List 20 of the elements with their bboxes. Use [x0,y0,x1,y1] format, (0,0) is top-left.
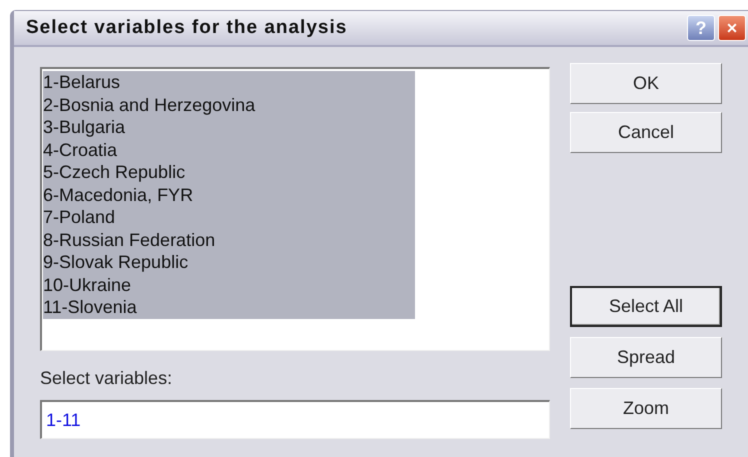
dialog-button[interactable]: Zoom [570,388,722,429]
list-item[interactable]: 8-Russian Federation [43,228,415,251]
list-item[interactable]: 2-Bosnia and Herzegovina [43,94,415,116]
list-item[interactable]: 4-Croatia [43,138,415,161]
list-item[interactable]: 1-Belarus [43,71,415,94]
list-item[interactable]: 9-Slovak Republic [43,251,415,274]
field-label: Select variables: [40,367,172,390]
list-item[interactable]: 10-Ukraine [43,274,415,296]
dialog-button[interactable]: Cancel [570,112,722,153]
dialog-button[interactable]: OK [570,63,722,104]
dialog-button[interactable]: Select All [570,286,722,327]
list-item[interactable]: 3-Bulgaria [43,116,415,138]
variables-list[interactable]: 1-Belarus 2-Bosnia and Herzegovina 3-Bulgaria 4-Croatia 5-Czech Republic 6-Macedonia, FYR 7-Poland 8-Russian Federation 9-Slovak Republic 10-Ukraine 11-Slovenia [40,67,550,351]
list-item[interactable]: 5-Czech Republic [43,161,415,184]
list-item[interactable]: 6-Macedonia, FYR [43,184,415,206]
list-item[interactable]: 7-Poland [43,206,415,228]
window-title: Select variables for the analysis [26,16,348,40]
list-item[interactable]: 11-Slovenia [43,296,415,318]
dialog-button[interactable]: Spread [570,337,722,378]
variables-input-field[interactable]: 1-11 [40,400,550,439]
